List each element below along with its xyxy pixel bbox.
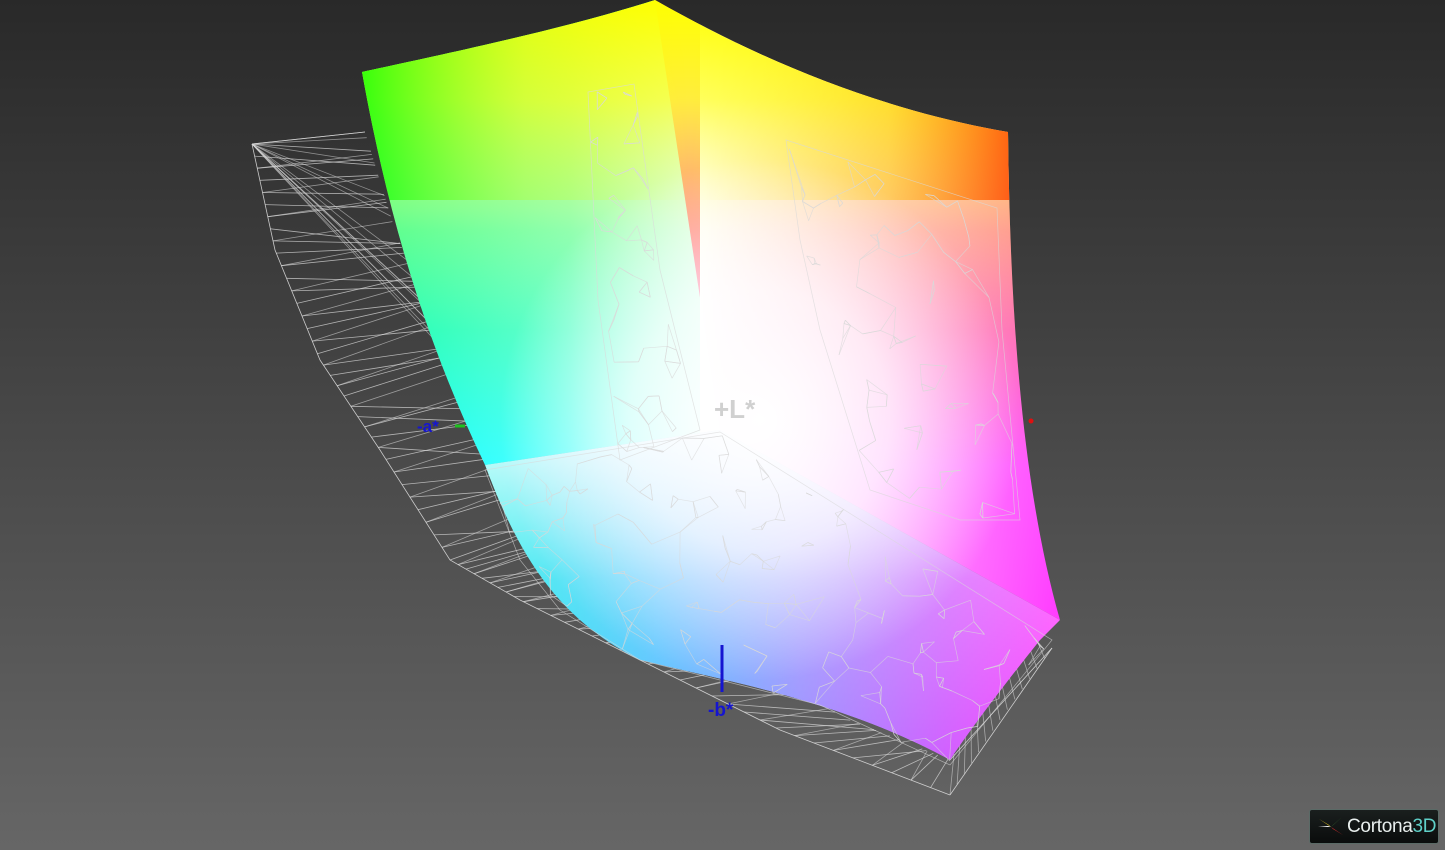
cortona3d-logo[interactable]: Cortona3D xyxy=(1309,809,1439,844)
3d-viewport[interactable]: +L* -a* -b* Cortona3D xyxy=(0,0,1445,850)
cortona-star-icon xyxy=(1318,816,1343,837)
gamut-scene[interactable]: +L* -a* -b* xyxy=(0,0,1445,850)
a-plus-axis-marker xyxy=(1028,418,1034,424)
l-plus-axis-label: +L* xyxy=(714,394,756,424)
b-minus-axis-label: -b* xyxy=(708,700,734,721)
a-minus-axis-label: -a* xyxy=(417,417,439,436)
logo-wordmark: Cortona3D xyxy=(1347,816,1436,838)
logo-word-text: Cortona xyxy=(1347,815,1413,837)
logo-suffix-text: 3D xyxy=(1412,815,1437,837)
